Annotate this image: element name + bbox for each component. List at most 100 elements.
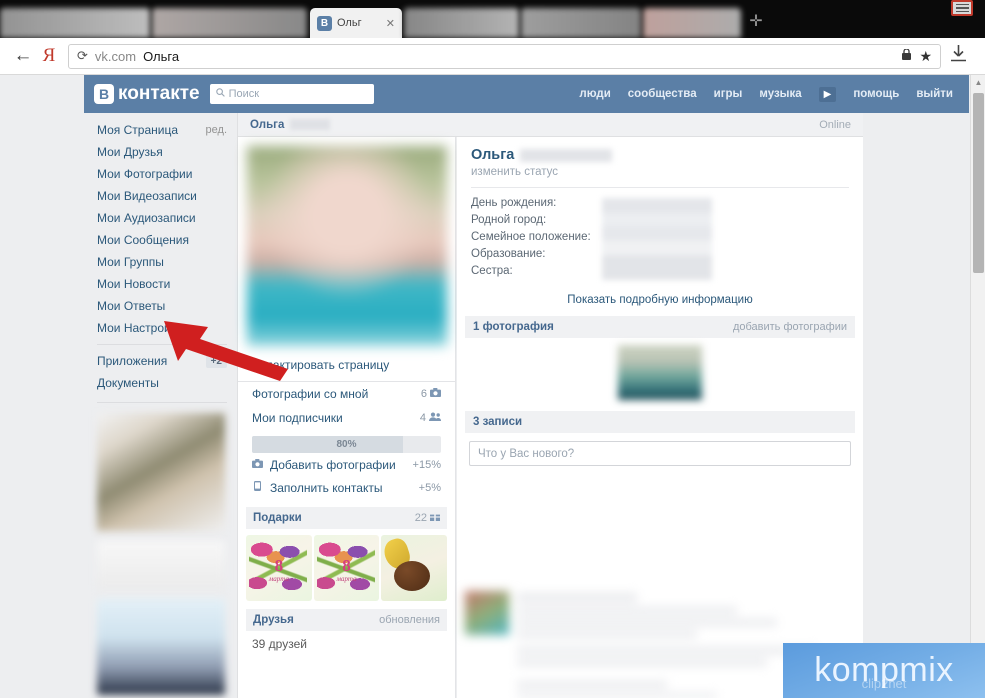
friends-updates-link[interactable]: обновления [379, 614, 440, 626]
post-avatar [465, 591, 509, 635]
sidebar-item-answers[interactable]: Мои Ответы [84, 295, 237, 317]
sidebar-item-label: Мои Настройки [97, 321, 183, 335]
photos-with-me-row[interactable]: Фотографии со мной 6 [238, 382, 455, 406]
nav-help[interactable]: помощь [853, 88, 899, 100]
sidebar-item-label: Мои Ответы [97, 299, 166, 313]
sidebar: Моя Страница ред. Мои Друзья Мои Фотогра… [84, 113, 238, 698]
yandex-logo-icon[interactable]: Я [36, 45, 62, 67]
photos-strip [457, 338, 863, 400]
address-bar[interactable]: ⟳ vk.com Ольга ★ [68, 43, 941, 69]
gifts-list: 8 марта 8 марта [238, 529, 455, 601]
lock-icon [902, 48, 912, 63]
background-tab[interactable] [404, 8, 519, 38]
subscribers-row[interactable]: Мои подписчики 4 [238, 406, 455, 430]
profile-name: Ольга [471, 147, 515, 163]
close-icon[interactable]: ✕ [386, 17, 395, 30]
sidebar-edit-link[interactable]: ред. [206, 124, 227, 136]
sidebar-item-documents[interactable]: Документы [84, 372, 237, 394]
row-label: Фотографии со мной [252, 387, 369, 401]
row-count: 6 [420, 388, 427, 400]
vk-favicon-icon: В [317, 15, 332, 31]
gift-item[interactable]: 8 марта [313, 535, 380, 601]
gift-item[interactable]: 8 марта [246, 535, 312, 601]
new-tab-icon[interactable]: ✛ [747, 14, 765, 32]
gift-number: 8 [274, 556, 284, 575]
profile-completion-progress: 80% [252, 436, 441, 453]
status-badge: Online [819, 118, 851, 131]
new-post-input[interactable]: Что у Вас нового? [469, 441, 851, 466]
scroll-up-icon[interactable]: ▲ [971, 75, 985, 91]
download-icon[interactable] [941, 45, 975, 67]
task-label: Заполнить контакты [270, 480, 383, 495]
sidebar-item-my-page[interactable]: Моя Страница ред. [84, 119, 237, 141]
edit-page-link[interactable]: Редактировать страницу [252, 358, 441, 372]
tab-title: Ольг [337, 17, 362, 29]
sidebar-item-apps[interactable]: Приложения +2 [84, 350, 237, 372]
nav-communities[interactable]: сообщества [628, 88, 697, 100]
sidebar-item-photos[interactable]: Мои Фотографии [84, 163, 237, 185]
sidebar-ad-banner[interactable] [97, 541, 225, 589]
phone-icon [252, 481, 263, 494]
page-title: Ольга [250, 118, 285, 131]
redacted-info-values [602, 198, 712, 280]
sidebar-item-groups[interactable]: Мои Группы [84, 251, 237, 273]
back-button[interactable]: ← [10, 45, 36, 67]
sidebar-ad-banner[interactable] [97, 599, 225, 695]
sidebar-ad-banner[interactable] [97, 413, 225, 531]
nav-more-icon[interactable]: ▶ [818, 86, 837, 102]
page-scrollbar[interactable]: ▲ [970, 75, 985, 698]
task-add-photos[interactable]: Добавить фотографии +15% [238, 453, 455, 476]
vk-logo[interactable]: В контакте [94, 83, 200, 105]
gift-item[interactable] [381, 535, 448, 601]
task-fill-contacts[interactable]: Заполнить контакты +5% [238, 476, 455, 499]
gifts-title: Подарки [253, 512, 302, 524]
vk-logo-text: контакте [118, 83, 200, 104]
browser-tab-strip: В Ольг ✕ ✛ [0, 0, 985, 38]
apps-count-badge: +2 [205, 354, 227, 368]
background-tab[interactable] [643, 8, 741, 38]
sidebar-item-audio[interactable]: Мои Аудиозаписи [84, 207, 237, 229]
photos-section-header: 1 фотография добавить фотографии [465, 316, 855, 338]
nav-games[interactable]: игры [714, 88, 743, 100]
profile-title-bar: Ольга Online [238, 113, 863, 137]
reload-icon[interactable]: ⟳ [77, 48, 88, 64]
sidebar-item-friends[interactable]: Мои Друзья [84, 141, 237, 163]
active-browser-tab[interactable]: В Ольг ✕ [310, 8, 402, 38]
background-tab[interactable] [152, 8, 307, 38]
photo-thumbnail[interactable] [618, 345, 702, 400]
nav-logout[interactable]: выйти [916, 88, 953, 100]
gifts-count[interactable]: 22 [415, 512, 427, 524]
vk-logo-mark-icon: В [94, 84, 114, 104]
background-tab[interactable] [521, 8, 641, 38]
menu-icon[interactable] [951, 0, 973, 16]
bookmark-star-icon[interactable]: ★ [919, 48, 932, 65]
background-tab[interactable] [0, 8, 150, 38]
nav-music[interactable]: музыка [759, 88, 801, 100]
friends-section-header: Друзья обновления [246, 609, 447, 631]
task-bonus: +5% [418, 481, 441, 494]
sidebar-item-news[interactable]: Мои Новости [84, 273, 237, 295]
gift-grid-icon [430, 512, 440, 524]
people-icon [429, 412, 441, 424]
watermark: kompmix clip2net [783, 643, 985, 698]
profile-left-column: Редактировать страницу Фотографии со мно… [238, 137, 456, 698]
change-status-link[interactable]: изменить статус [457, 163, 863, 178]
sidebar-item-videos[interactable]: Мои Видеозаписи [84, 185, 237, 207]
sidebar-divider [97, 344, 227, 345]
vk-header: В контакте Поиск люди сообщества игры му… [84, 75, 969, 113]
search-input[interactable]: Поиск [209, 84, 374, 104]
url-domain: vk.com [94, 48, 137, 64]
gift-word: марта [336, 575, 357, 583]
url-title-text: Ольга [143, 48, 180, 64]
screenshot-root: В Ольг ✕ ✛ ← Я ⟳ vk.com Ольга ★ В контак… [0, 0, 985, 698]
nav-people[interactable]: люди [579, 88, 610, 100]
scrollbar-thumb[interactable] [973, 93, 984, 273]
page-viewport: В контакте Поиск люди сообщества игры му… [0, 75, 985, 698]
sidebar-item-messages[interactable]: Мои Сообщения [84, 229, 237, 251]
friends-count-label: 39 друзей [252, 637, 307, 651]
show-detailed-info-link[interactable]: Показать подробную информацию [457, 282, 863, 306]
sidebar-item-settings[interactable]: Мои Настройки [84, 317, 237, 339]
avatar[interactable] [246, 146, 447, 346]
add-photos-link[interactable]: добавить фотографии [733, 321, 847, 333]
browser-toolbar: ← Я ⟳ vk.com Ольга ★ [0, 38, 985, 75]
